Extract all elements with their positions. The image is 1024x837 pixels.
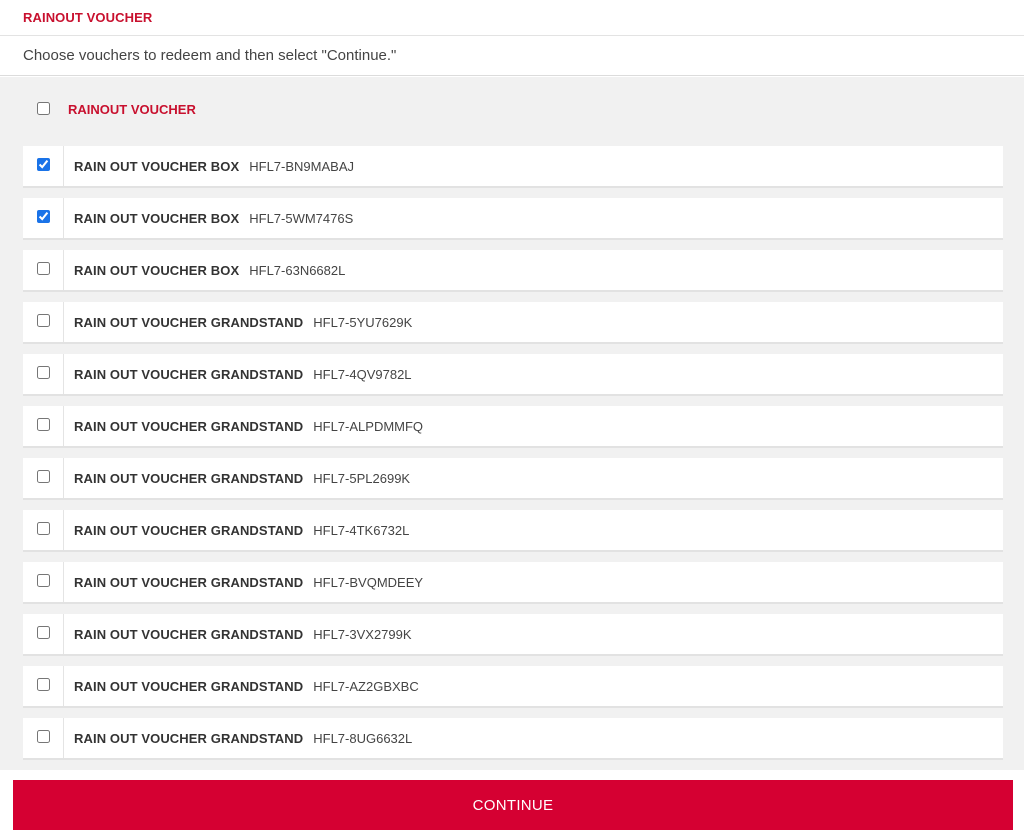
- voucher-name: RAIN OUT VOUCHER BOX: [74, 158, 240, 174]
- continue-button[interactable]: CONTINUE: [13, 780, 1013, 830]
- voucher-checkbox-cell: [23, 562, 64, 602]
- voucher-name: RAIN OUT VOUCHER BOX: [74, 262, 240, 278]
- voucher-row[interactable]: RAIN OUT VOUCHER GRANDSTAND HFL7-AZ2GBXBC: [23, 666, 1003, 706]
- voucher-checkbox[interactable]: [36, 521, 50, 535]
- voucher-text: RAIN OUT VOUCHER GRANDSTAND HFL7-4TK6732L: [64, 510, 409, 550]
- voucher-text: RAIN OUT VOUCHER GRANDSTAND HFL7-8UG6632L: [64, 718, 412, 758]
- voucher-name: RAIN OUT VOUCHER GRANDSTAND: [74, 470, 304, 486]
- voucher-code: HFL7-4TK6732L: [313, 522, 410, 538]
- voucher-text: RAIN OUT VOUCHER BOX HFL7-5WM7476S: [64, 198, 353, 238]
- voucher-row[interactable]: RAIN OUT VOUCHER GRANDSTAND HFL7-8UG6632L: [23, 718, 1003, 758]
- voucher-name: RAIN OUT VOUCHER GRANDSTAND: [74, 522, 304, 538]
- voucher-checkbox-cell: [23, 198, 64, 238]
- voucher-code: HFL7-ALPDMMFQ: [313, 418, 424, 434]
- voucher-code: HFL7-8UG6632L: [313, 730, 413, 746]
- voucher-checkbox-cell: [23, 718, 64, 758]
- voucher-checkbox[interactable]: [36, 469, 50, 483]
- voucher-checkbox-cell: [23, 354, 64, 394]
- page-title: RAINOUT VOUCHER: [23, 10, 153, 25]
- voucher-checkbox[interactable]: [36, 573, 50, 587]
- voucher-checkbox-cell: [23, 666, 64, 706]
- voucher-name: RAIN OUT VOUCHER BOX: [74, 210, 240, 226]
- voucher-text: RAIN OUT VOUCHER GRANDSTAND HFL7-5YU7629K: [64, 302, 412, 342]
- voucher-code: HFL7-5PL2699K: [313, 470, 411, 486]
- voucher-text: RAIN OUT VOUCHER GRANDSTAND HFL7-5PL2699K: [64, 458, 410, 498]
- voucher-code: HFL7-AZ2GBXBC: [313, 678, 419, 694]
- voucher-text: RAIN OUT VOUCHER BOX HFL7-63N6682L: [64, 250, 345, 290]
- voucher-row[interactable]: RAIN OUT VOUCHER BOX HFL7-5WM7476S: [23, 198, 1003, 238]
- voucher-checkbox[interactable]: [36, 625, 50, 639]
- voucher-name: RAIN OUT VOUCHER GRANDSTAND: [74, 730, 304, 746]
- voucher-checkbox-cell: [23, 302, 64, 342]
- voucher-checkbox-cell: [23, 510, 64, 550]
- voucher-checkbox[interactable]: [36, 261, 50, 275]
- select-all-checkbox[interactable]: [37, 101, 50, 115]
- voucher-checkbox-cell: [23, 250, 64, 290]
- voucher-checkbox[interactable]: [36, 157, 50, 171]
- voucher-name: RAIN OUT VOUCHER GRANDSTAND: [74, 626, 304, 642]
- voucher-text: RAIN OUT VOUCHER GRANDSTAND HFL7-4QV9782L: [64, 354, 412, 394]
- page-header: RAINOUT VOUCHER: [0, 0, 1024, 36]
- voucher-row[interactable]: RAIN OUT VOUCHER GRANDSTAND HFL7-4TK6732L: [23, 510, 1003, 550]
- voucher-row[interactable]: RAIN OUT VOUCHER GRANDSTAND HFL7-5PL2699K: [23, 458, 1003, 498]
- voucher-list: RAIN OUT VOUCHER BOX HFL7-BN9MABAJ RAIN OU…: [23, 146, 1003, 770]
- voucher-checkbox-cell: [23, 406, 64, 446]
- footer: CONTINUE: [0, 770, 1024, 837]
- voucher-row[interactable]: RAIN OUT VOUCHER GRANDSTAND HFL7-5YU7629K: [23, 302, 1003, 342]
- voucher-panel: RAINOUT VOUCHER RAIN OUT VOUCHER BOX HFL7…: [0, 77, 1024, 770]
- voucher-row[interactable]: RAIN OUT VOUCHER GRANDSTAND HFL7-3VX2799K: [23, 614, 1003, 654]
- instructions-text: Choose vouchers to redeem and then selec…: [0, 36, 1024, 76]
- voucher-checkbox[interactable]: [36, 209, 50, 223]
- voucher-code: HFL7-5WM7476S: [249, 210, 354, 226]
- voucher-row[interactable]: RAIN OUT VOUCHER GRANDSTAND HFL7-ALPDMMFQ: [23, 406, 1003, 446]
- voucher-name: RAIN OUT VOUCHER GRANDSTAND: [74, 314, 304, 330]
- voucher-code: HFL7-4QV9782L: [313, 366, 412, 382]
- voucher-code: HFL7-63N6682L: [249, 262, 346, 278]
- voucher-checkbox-cell: [23, 614, 64, 654]
- voucher-checkbox[interactable]: [36, 365, 50, 379]
- voucher-row[interactable]: RAIN OUT VOUCHER GRANDSTAND HFL7-4QV9782L: [23, 354, 1003, 394]
- voucher-row[interactable]: RAIN OUT VOUCHER BOX HFL7-63N6682L: [23, 250, 1003, 290]
- voucher-group-header: RAINOUT VOUCHER: [23, 94, 196, 122]
- voucher-text: RAIN OUT VOUCHER GRANDSTAND HFL7-AZ2GBXBC: [64, 666, 419, 706]
- voucher-checkbox-cell: [23, 458, 64, 498]
- voucher-text: RAIN OUT VOUCHER GRANDSTAND HFL7-3VX2799K: [64, 614, 412, 654]
- voucher-group-label: RAINOUT VOUCHER: [68, 101, 196, 117]
- voucher-text: RAIN OUT VOUCHER GRANDSTAND HFL7-ALPDMMFQ: [64, 406, 423, 446]
- voucher-checkbox[interactable]: [36, 417, 50, 431]
- voucher-code: HFL7-5YU7629K: [313, 314, 413, 330]
- voucher-name: RAIN OUT VOUCHER GRANDSTAND: [74, 366, 304, 382]
- voucher-checkbox-cell: [23, 146, 64, 186]
- voucher-row[interactable]: RAIN OUT VOUCHER BOX HFL7-BN9MABAJ: [23, 146, 1003, 186]
- voucher-name: RAIN OUT VOUCHER GRANDSTAND: [74, 574, 304, 590]
- voucher-text: RAIN OUT VOUCHER GRANDSTAND HFL7-BVQMDEEY: [64, 562, 423, 602]
- voucher-name: RAIN OUT VOUCHER GRANDSTAND: [74, 418, 304, 434]
- voucher-checkbox[interactable]: [36, 677, 50, 691]
- voucher-checkbox[interactable]: [36, 729, 50, 743]
- voucher-row[interactable]: RAIN OUT VOUCHER GRANDSTAND HFL7-BVQMDEEY: [23, 562, 1003, 602]
- voucher-text: RAIN OUT VOUCHER BOX HFL7-BN9MABAJ: [64, 146, 354, 186]
- voucher-code: HFL7-3VX2799K: [313, 626, 412, 642]
- voucher-checkbox[interactable]: [36, 313, 50, 327]
- voucher-code: HFL7-BVQMDEEY: [313, 574, 424, 590]
- voucher-name: RAIN OUT VOUCHER GRANDSTAND: [74, 678, 304, 694]
- voucher-code: HFL7-BN9MABAJ: [249, 158, 354, 174]
